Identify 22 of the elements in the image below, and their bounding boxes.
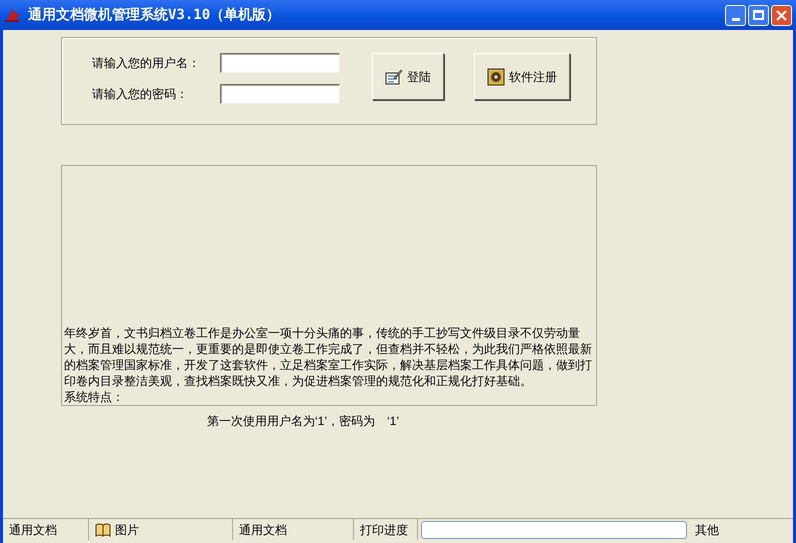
close-button[interactable] [771,4,792,26]
status-text: 通用文档 [239,522,287,538]
status-text: 其他 [695,522,719,538]
description-text: 系统特点： [64,389,125,405]
status-text: 图片 [115,522,139,538]
field-label: 请输入您的密码： [92,86,189,103]
notepad-icon [385,68,403,84]
window-title: 通用文档微机管理系统V3.10（单机版） [28,6,280,24]
register-button[interactable]: 软件注册 [474,53,570,100]
login-button[interactable]: 登陆 [372,53,444,100]
field-label: 请输入您的用户名： [92,55,201,72]
close-icon [776,10,787,20]
description-text: 年终岁首，文书归档立卷工作是办公室一项十分头痛的事，传统的手工抄写文件级目录不仅劳动量大，而且难以规范统一，更重要的是即使立卷工作完成了，但查档并不轻松，为此我们严格依照最新的档案管理国家标准，开发了这套软件，立足档案室工作实际，解决基层档案工作具体问题，做到打印卷内目录整洁美观，查找档案既快又准，为促进档案管理的规范化和正规化打好基础。 [64,325,593,389]
username-field[interactable] [220,53,340,73]
status-text: 打印进度 [360,522,408,538]
minimize-button[interactable] [725,4,746,26]
book-icon [95,522,111,536]
status-text: 通用文档 [9,522,57,538]
login-hint: 第一次使用用户名为‘1’，密码为 ‘1’ [206,413,399,430]
password-field[interactable] [220,84,340,104]
app-icon [4,7,22,23]
maximize-button[interactable] [748,4,769,26]
